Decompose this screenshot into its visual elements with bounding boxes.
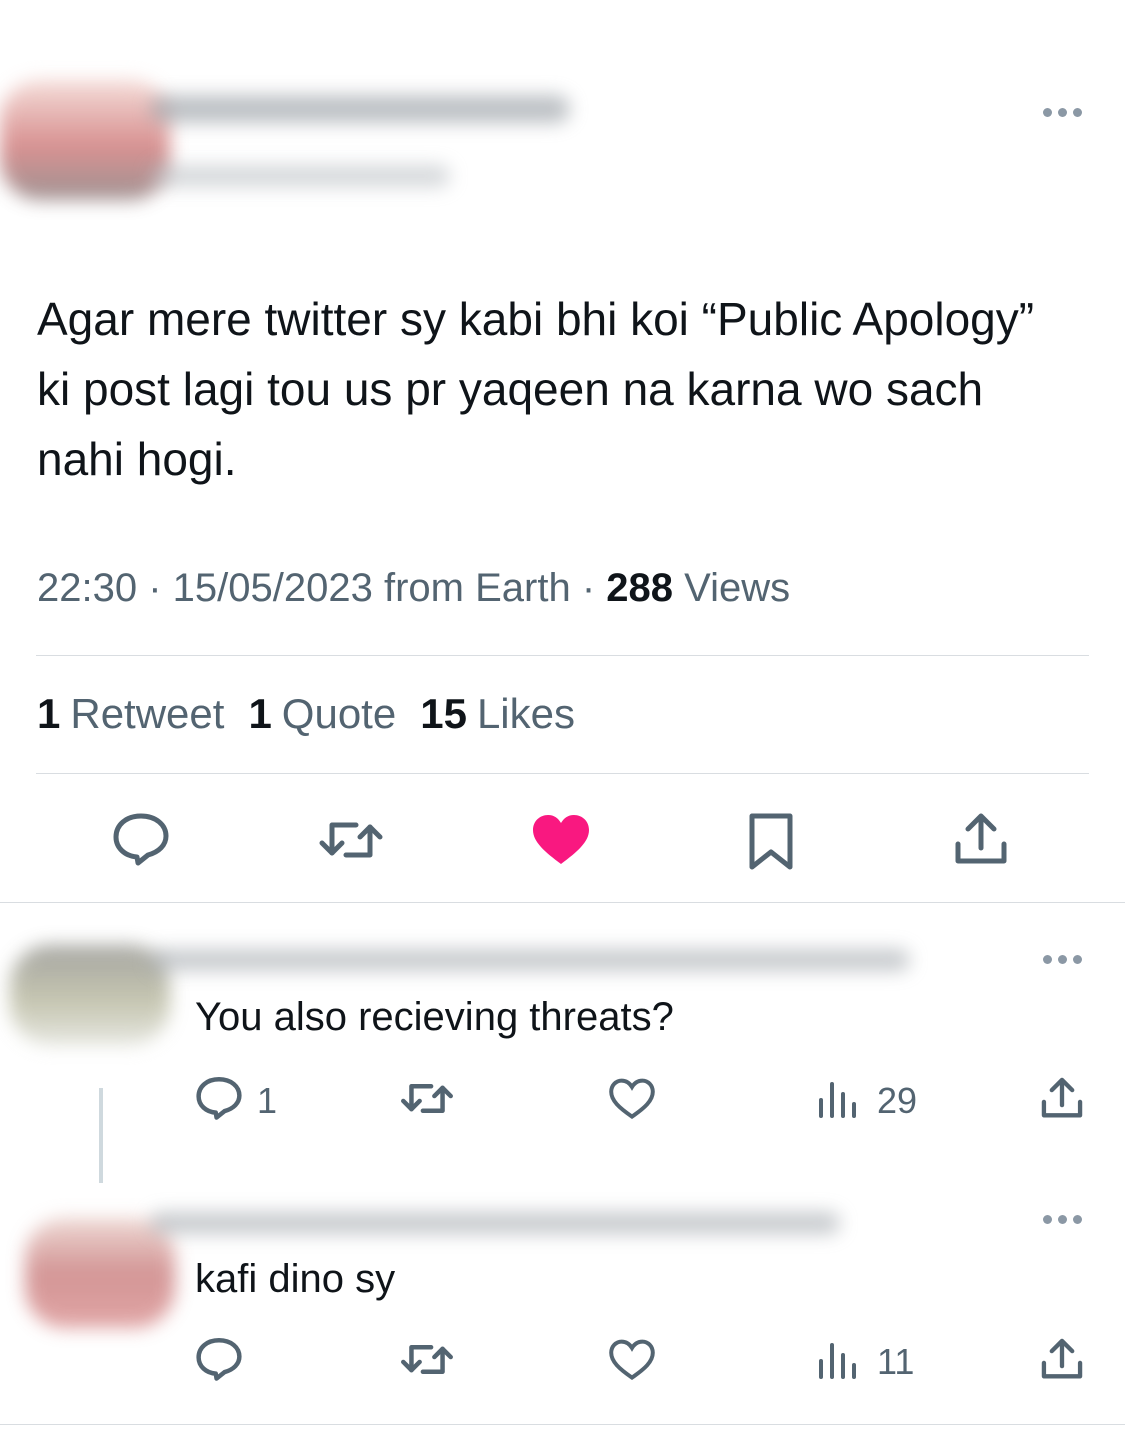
divider — [36, 773, 1089, 774]
reply-icon[interactable] — [195, 1076, 243, 1120]
section-divider — [0, 902, 1125, 903]
avatar[interactable] — [10, 945, 170, 1045]
heart-icon[interactable] — [531, 814, 591, 866]
author-header[interactable] — [0, 70, 600, 210]
reply-count: 1 — [257, 1080, 278, 1121]
tweet-meta: 22:30 · 15/05/2023 from Earth · 288 View… — [37, 566, 791, 610]
views-count: 288 — [606, 566, 673, 610]
author-name-redacted[interactable] — [150, 1212, 840, 1234]
retweet-icon[interactable] — [318, 815, 384, 865]
tweet-time[interactable]: 22:30 — [37, 566, 137, 610]
share-icon[interactable] — [1040, 1076, 1084, 1120]
thread-line — [99, 1088, 103, 1183]
reply-author-header[interactable] — [0, 1198, 870, 1338]
views-chart-icon[interactable] — [818, 1080, 860, 1118]
divider — [36, 655, 1089, 656]
quotes-stat[interactable]: 1 Quote — [248, 690, 396, 738]
more-options-icon[interactable] — [1043, 955, 1082, 964]
more-options-icon[interactable] — [1043, 1215, 1082, 1224]
like-icon[interactable] — [608, 1339, 656, 1381]
reply-text: You also recieving threats? — [195, 995, 674, 1039]
views-count: 29 — [877, 1080, 918, 1121]
retweet-icon[interactable] — [400, 1339, 454, 1380]
author-handle-redacted[interactable] — [150, 165, 450, 187]
reply-text: kafi dino sy — [195, 1257, 396, 1301]
section-divider — [0, 1424, 1125, 1425]
retweet-icon[interactable] — [400, 1078, 454, 1119]
tweet-date[interactable]: 15/05/2023 — [173, 566, 373, 610]
share-icon[interactable] — [953, 812, 1009, 866]
tweet-text: Agar mere twitter sy kabi bhi koi “Publi… — [37, 293, 1035, 485]
author-name-redacted[interactable] — [150, 949, 910, 971]
views-count: 11 — [877, 1341, 915, 1382]
tweet-source: from Earth — [372, 566, 571, 610]
views-chart-icon[interactable] — [818, 1341, 860, 1379]
retweets-stat[interactable]: 1 Retweet — [37, 690, 224, 738]
like-icon[interactable] — [608, 1078, 656, 1120]
share-icon[interactable] — [1040, 1337, 1084, 1381]
reply-icon[interactable] — [195, 1337, 243, 1381]
likes-stat[interactable]: 15 Likes — [420, 690, 575, 738]
avatar[interactable] — [25, 1218, 175, 1328]
avatar[interactable] — [0, 80, 170, 200]
views-label: Views — [673, 566, 791, 610]
author-name-redacted[interactable] — [150, 95, 570, 123]
more-options-icon[interactable] — [1043, 108, 1082, 117]
bookmark-icon[interactable] — [747, 812, 795, 872]
tweet-stats: 1 Retweet 1 Quote 15 Likes — [37, 690, 575, 738]
reply-icon[interactable] — [112, 812, 170, 866]
